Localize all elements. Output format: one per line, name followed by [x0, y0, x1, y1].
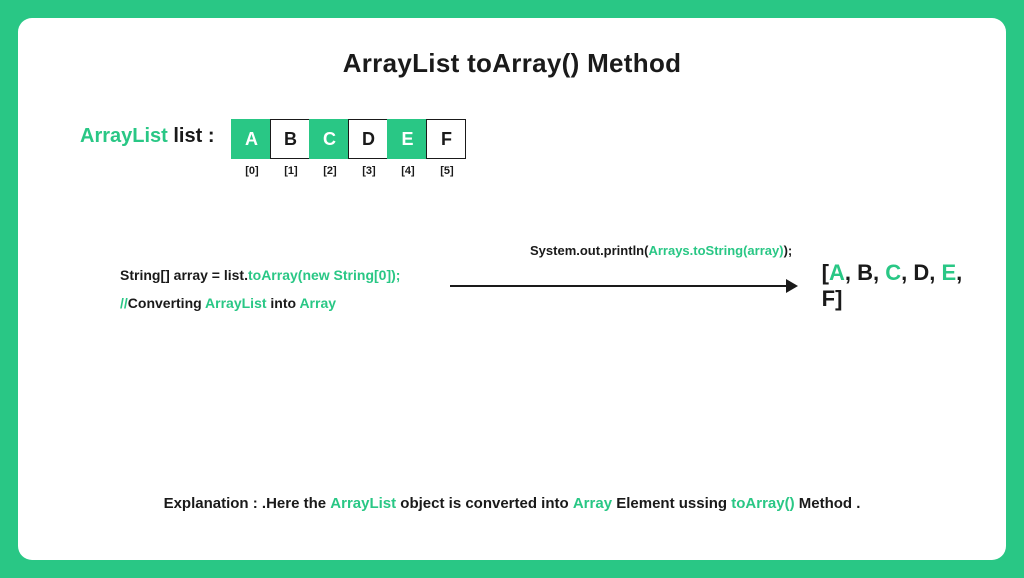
arrow-icon [450, 285, 796, 287]
print-statement: System.out.println(Arrays.toString(array… [530, 243, 792, 258]
list-cells: A [0] B [1] C [2] D [3] E [4] F [5] [232, 119, 466, 177]
cell-index: [2] [323, 165, 336, 177]
cell-value: E [387, 119, 427, 159]
list-label-rest: list : [168, 125, 215, 147]
cell-value: F [426, 119, 466, 159]
arrow-block: System.out.println(Arrays.toString(array… [450, 243, 974, 312]
cell-index: [4] [401, 165, 414, 177]
cell-index: [5] [440, 165, 453, 177]
cell-value: C [309, 119, 349, 159]
list-label-accent: ArrayList [80, 125, 168, 147]
diagram-panel: ArrayList toArray() Method ArrayList lis… [18, 18, 1006, 560]
list-cell: E [4] [388, 119, 427, 177]
list-cell: A [0] [232, 119, 271, 177]
code-area: String[] array = list.toArray(new String… [120, 267, 974, 311]
list-cell: F [5] [427, 119, 466, 177]
list-cell: B [1] [271, 119, 310, 177]
arraylist-row: ArrayList list : A [0] B [1] C [2] D [3] E [4] F [5… [80, 119, 974, 177]
explanation-text: Explanation : .Here the ArrayList object… [18, 495, 1006, 512]
list-cell: C [2] [310, 119, 349, 177]
cell-index: [1] [284, 165, 297, 177]
cell-value: B [270, 119, 310, 159]
arrow-row: [A, B, C, D, E, F] [450, 260, 974, 312]
cell-index: [3] [362, 165, 375, 177]
page-title: ArrayList toArray() Method [50, 48, 974, 79]
list-cell: D [3] [349, 119, 388, 177]
cell-value: A [231, 119, 271, 159]
cell-index: [0] [245, 165, 258, 177]
list-label: ArrayList list : [80, 125, 214, 148]
output-array: [A, B, C, D, E, F] [822, 260, 974, 312]
cell-value: D [348, 119, 388, 159]
